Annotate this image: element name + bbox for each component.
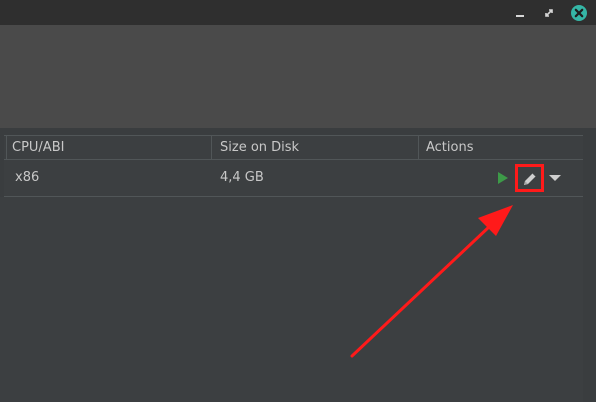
annotation-arrow	[350, 205, 513, 358]
app-window: CPU/ABI Size on Disk Actions x86 4,4 GB	[0, 0, 596, 402]
